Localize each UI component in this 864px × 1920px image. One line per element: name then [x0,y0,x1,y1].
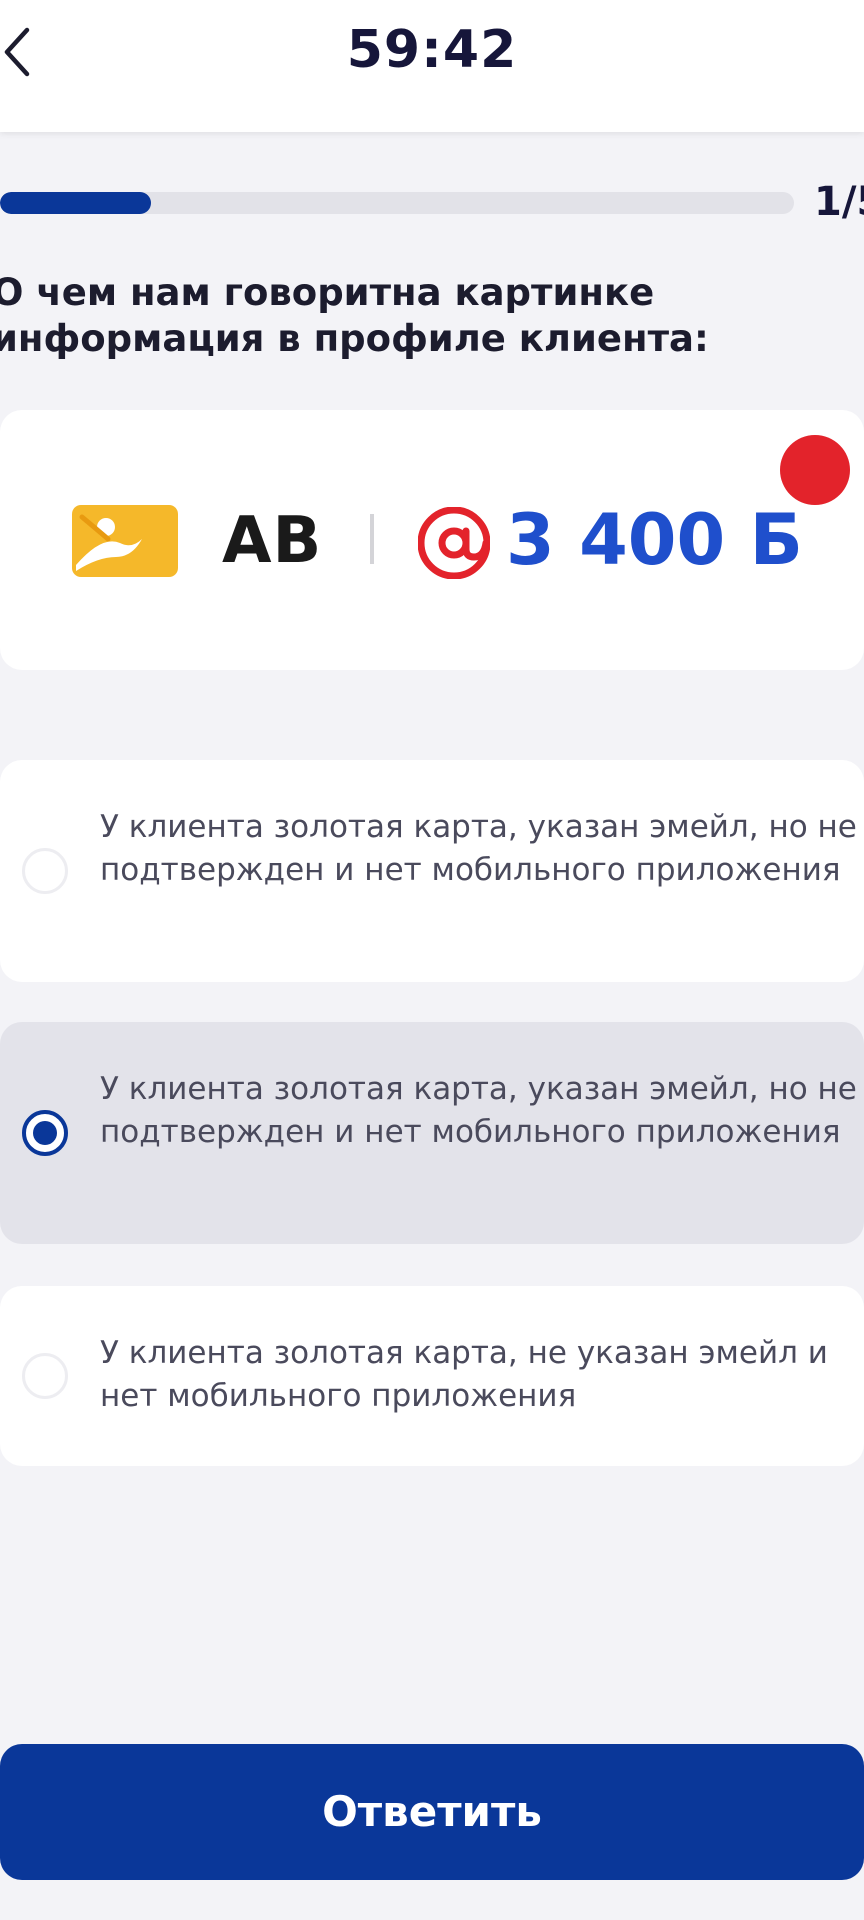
radio-button-1[interactable] [22,848,68,894]
answer-option-2-text: У клиента золотая карта, указан эмейл, н… [100,1071,857,1150]
answer-option-1[interactable]: У клиента золотая карта, указан эмейл, н… [0,760,864,982]
radio-button-2[interactable] [22,1110,68,1156]
bonus-balance: 3 400 Б [506,499,803,581]
question-line-2: информация в профиле клиента: [0,317,709,360]
countdown-timer: 59:42 [346,20,518,80]
question-text: О чем нам говоритна картинке информация … [0,270,852,362]
profile-image-card: AB 3 400 Б [0,410,864,670]
radio-button-3[interactable] [22,1353,68,1399]
progress-bar-fill [0,192,151,214]
client-initials: AB [222,504,323,578]
answer-option-1-text: У клиента золотая карта, указан эмейл, н… [100,809,857,888]
answer-option-2[interactable]: У клиента золотая карта, указан эмейл, н… [0,1022,864,1244]
email-at-icon [418,507,490,579]
top-bar: 59:42 [0,0,864,132]
gold-card-icon [72,505,178,577]
radio-checked-dot [33,1121,57,1145]
answer-option-3[interactable]: У клиента золотая карта, не указан эмейл… [0,1286,864,1466]
submit-answer-button[interactable]: Ответить [0,1744,864,1880]
question-line-1: О чем нам говоритна картинке [0,271,655,314]
question-counter: 1/5 [814,179,864,225]
answer-option-3-text: У клиента золотая карта, не указан эмейл… [100,1335,828,1414]
divider [370,514,374,564]
progress-bar [0,192,794,214]
notification-dot [780,435,850,505]
